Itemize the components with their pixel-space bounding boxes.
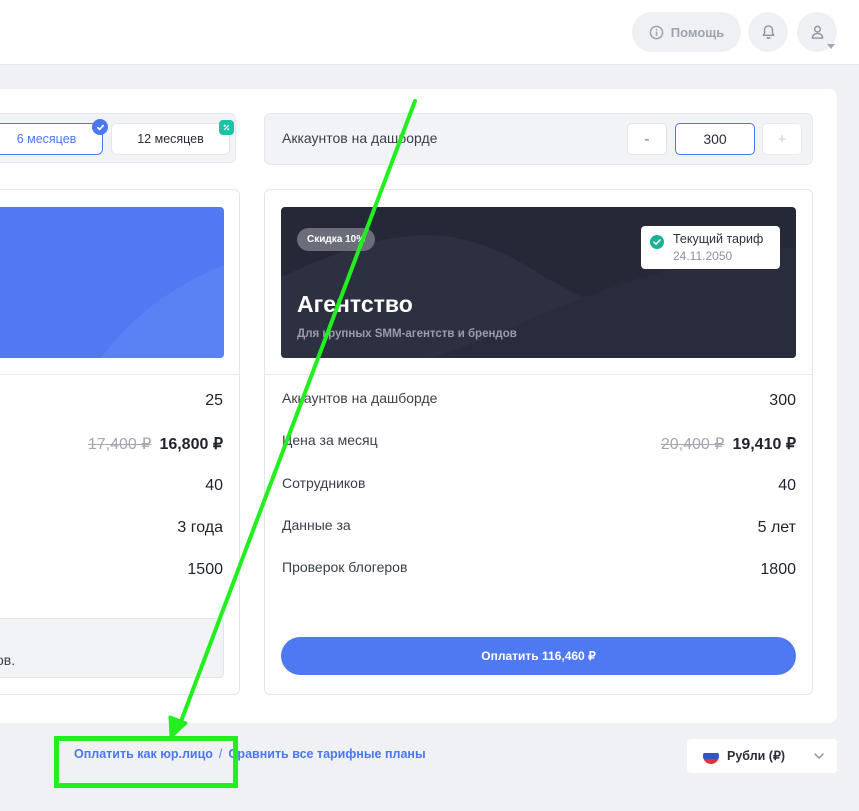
accounts-label: Аккаунтов на дашборде	[282, 130, 438, 146]
plan-value-price: 17,400 ₽ 16,800 ₽	[88, 434, 223, 454]
help-label: Помощь	[670, 24, 725, 40]
percent-icon	[219, 120, 234, 135]
plan-name: Агентство	[297, 291, 413, 317]
user-menu-button[interactable]	[797, 12, 837, 52]
row-value-data-period: 5 лет	[757, 519, 796, 536]
divider	[265, 374, 812, 375]
plan-value-data-period: 3 года	[177, 519, 223, 536]
check-icon	[92, 119, 108, 135]
period-12-label: 12 месяцев	[137, 132, 204, 146]
row-value-accounts: 300	[769, 392, 796, 409]
row-label-data-period: Данные за	[282, 517, 351, 533]
plan-card-agency: Скидка 10% Текущий тариф 24.11.2050 Аген…	[264, 189, 813, 695]
row-label-employees: Сотрудников	[282, 475, 366, 491]
period-option-12-months[interactable]: 12 месяцев	[111, 120, 234, 155]
plan-value-blogger-checks: 1500	[187, 561, 223, 578]
period-option-6-months[interactable]: 6 месяцев	[0, 119, 108, 155]
accounts-count-input[interactable]	[675, 123, 755, 155]
bell-icon	[762, 25, 774, 39]
plan-note: нтов.	[0, 618, 224, 678]
currency-label: Рубли (₽)	[727, 749, 786, 763]
current-plan-date: 24.11.2050	[673, 249, 733, 263]
new-price: 19,410 ₽	[732, 436, 796, 453]
row-value-blogger-checks: 1800	[760, 561, 796, 578]
plan-value-employees: 40	[205, 477, 223, 494]
user-icon	[811, 25, 823, 39]
row-label-accounts: Аккаунтов на дашборде	[282, 390, 438, 406]
footer-separator: /	[218, 747, 223, 761]
check-circle-icon	[650, 235, 664, 249]
row-value-employees: 40	[778, 477, 796, 494]
current-plan-badge: Текущий тариф 24.11.2050	[641, 226, 780, 269]
plan-banner	[0, 207, 224, 358]
new-price: 16,800 ₽	[159, 436, 223, 453]
currency-select[interactable]: Рубли (₽)	[687, 739, 837, 773]
row-value-price: 20,400 ₽ 19,410 ₽	[661, 434, 796, 454]
old-price: 20,400 ₽	[660, 436, 725, 453]
chevron-down-icon	[827, 44, 835, 49]
plan-banner: Скидка 10% Текущий тариф 24.11.2050 Аген…	[281, 207, 796, 358]
annotation-highlight-box	[54, 736, 238, 788]
accounts-stepper-bar: Аккаунтов на дашборде - +	[264, 113, 813, 165]
decrement-button[interactable]: -	[627, 123, 667, 155]
row-label-blogger-checks: Проверок блогеров	[282, 559, 408, 575]
divider	[0, 374, 239, 375]
footer-links: Оплатить как юр.лицо / Сравнить все тари…	[74, 747, 426, 761]
plan-note-text: нтов.	[0, 652, 16, 668]
row-label-price: Цена за месяц	[282, 432, 378, 448]
info-icon	[649, 25, 664, 39]
old-price: 17,400 ₽	[87, 436, 152, 453]
plan-value-accounts: 25	[205, 392, 223, 409]
increment-button[interactable]: +	[762, 123, 802, 155]
plan-description: Для крупных SMM-агентств и брендов	[297, 328, 517, 340]
chevron-down-icon	[814, 753, 824, 759]
current-plan-label: Текущий тариф	[673, 232, 764, 246]
help-button[interactable]: Помощь	[632, 12, 741, 52]
discount-badge: Скидка 10%	[297, 228, 376, 251]
period-6-label: 6 месяцев	[16, 132, 77, 146]
compare-plans-link[interactable]: Сравнить все тарифные планы	[228, 747, 425, 761]
plan-card: 25 17,400 ₽ 16,800 ₽ 40 3 года 1500 нтов.	[0, 189, 240, 695]
pay-as-legal-entity-link[interactable]: Оплатить как юр.лицо	[74, 747, 213, 761]
russia-flag-icon	[703, 748, 719, 764]
notifications-button[interactable]	[748, 12, 788, 52]
pay-button[interactable]: Оплатить 116,460 ₽	[281, 637, 796, 675]
